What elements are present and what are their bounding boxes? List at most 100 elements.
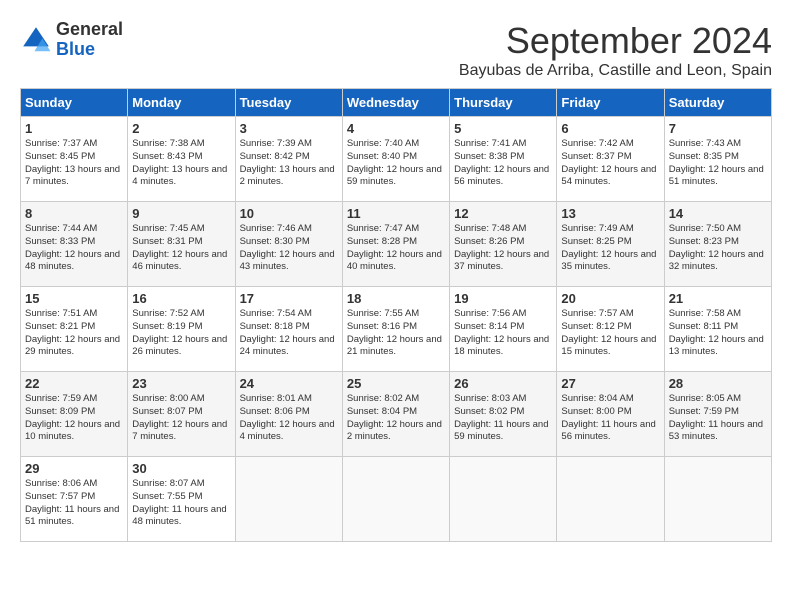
table-cell: 5Sunrise: 7:41 AMSunset: 8:38 PMDaylight… (450, 117, 557, 202)
col-wednesday: Wednesday (342, 89, 449, 117)
page-header: General Blue September 2024 Bayubas de A… (20, 20, 772, 80)
table-cell: 23Sunrise: 8:00 AMSunset: 8:07 PMDayligh… (128, 372, 235, 457)
cell-content: Sunrise: 7:38 AMSunset: 8:43 PMDaylight:… (132, 138, 230, 189)
table-cell: 4 Sunrise: 7:40 AMSunset: 8:40 PMDaylight… (342, 117, 449, 202)
calendar-row: 15 Sunrise: 7:51 AMSunset: 8:21 PMDayligh… (21, 287, 772, 372)
day-number: 14 (669, 206, 767, 221)
day-number: 5 (454, 121, 552, 136)
title-area: September 2024 Bayubas de Arriba, Castil… (459, 20, 772, 80)
calendar-row: 1Sunrise: 7:37 AMSunset: 8:45 PMDaylight… (21, 117, 772, 202)
table-cell: 18Sunrise: 7:55 AMSunset: 8:16 PMDayligh… (342, 287, 449, 372)
day-number: 28 (669, 376, 767, 391)
logo-general-text: General (56, 20, 123, 40)
day-number: 6 (561, 121, 659, 136)
day-number: 12 (454, 206, 552, 221)
day-number: 15 (25, 291, 123, 306)
table-cell: 11 Sunrise: 7:47 AMSunset: 8:28 PMDayligh… (342, 202, 449, 287)
table-cell: 13 Sunrise: 7:49 AMSunset: 8:25 PMDayligh… (557, 202, 664, 287)
col-saturday: Saturday (664, 89, 771, 117)
day-number: 7 (669, 121, 767, 136)
cell-content: Sunrise: 7:51 AMSunset: 8:21 PMDaylight:… (25, 308, 123, 359)
table-cell (450, 457, 557, 542)
table-cell: 20 Sunrise: 7:57 AMSunset: 8:12 PMDayligh… (557, 287, 664, 372)
calendar-table: Sunday Monday Tuesday Wednesday Thursday… (20, 88, 772, 542)
col-friday: Friday (557, 89, 664, 117)
cell-content: Sunrise: 7:54 AMSunset: 8:18 PMDaylight:… (240, 308, 338, 359)
month-title: September 2024 (459, 20, 772, 62)
cell-content: Sunrise: 8:05 AMSunset: 7:59 PMDaylight:… (669, 393, 767, 444)
day-number: 10 (240, 206, 338, 221)
table-cell: 28 Sunrise: 8:05 AMSunset: 7:59 PMDayligh… (664, 372, 771, 457)
table-cell: 8 Sunrise: 7:44 AMSunset: 8:33 PMDaylight… (21, 202, 128, 287)
day-number: 21 (669, 291, 767, 306)
day-number: 11 (347, 206, 445, 221)
cell-content: Sunrise: 7:40 AMSunset: 8:40 PMDaylight:… (347, 138, 445, 189)
cell-content: Sunrise: 7:48 AMSunset: 8:26 PMDaylight:… (454, 223, 552, 274)
day-number: 25 (347, 376, 445, 391)
table-cell: 2 Sunrise: 7:38 AMSunset: 8:43 PMDaylight… (128, 117, 235, 202)
cell-content: Sunrise: 7:52 AMSunset: 8:19 PMDaylight:… (132, 308, 230, 359)
table-cell: 25 Sunrise: 8:02 AMSunset: 8:04 PMDayligh… (342, 372, 449, 457)
cell-content: Sunrise: 7:50 AMSunset: 8:23 PMDaylight:… (669, 223, 767, 274)
cell-content: Sunrise: 8:03 AMSunset: 8:02 PMDaylight:… (454, 393, 552, 444)
table-cell: 16 Sunrise: 7:52 AMSunset: 8:19 PMDayligh… (128, 287, 235, 372)
day-number: 18 (347, 291, 445, 306)
day-number: 24 (240, 376, 338, 391)
cell-content: Sunrise: 7:43 AMSunset: 8:35 PMDaylight:… (669, 138, 767, 189)
day-number: 8 (25, 206, 123, 221)
day-number: 29 (25, 461, 123, 476)
calendar-row: 8 Sunrise: 7:44 AMSunset: 8:33 PMDaylight… (21, 202, 772, 287)
table-cell: 27Sunrise: 8:04 AMSunset: 8:00 PMDayligh… (557, 372, 664, 457)
table-cell: 9Sunrise: 7:45 AMSunset: 8:31 PMDaylight… (128, 202, 235, 287)
table-cell: 3 Sunrise: 7:39 AMSunset: 8:42 PMDaylight… (235, 117, 342, 202)
logo: General Blue (20, 20, 123, 60)
col-thursday: Thursday (450, 89, 557, 117)
table-cell: 30 Sunrise: 8:07 AMSunset: 7:55 PMDayligh… (128, 457, 235, 542)
table-cell (342, 457, 449, 542)
table-cell (235, 457, 342, 542)
day-number: 2 (132, 121, 230, 136)
cell-content: Sunrise: 7:47 AMSunset: 8:28 PMDaylight:… (347, 223, 445, 274)
cell-content: Sunrise: 7:44 AMSunset: 8:33 PMDaylight:… (25, 223, 123, 274)
table-cell (557, 457, 664, 542)
cell-content: Sunrise: 7:39 AMSunset: 8:42 PMDaylight:… (240, 138, 338, 189)
cell-content: Sunrise: 8:00 AMSunset: 8:07 PMDaylight:… (132, 393, 230, 444)
day-number: 26 (454, 376, 552, 391)
day-number: 16 (132, 291, 230, 306)
logo-icon (20, 24, 52, 56)
table-cell: 7 Sunrise: 7:43 AMSunset: 8:35 PMDaylight… (664, 117, 771, 202)
table-cell: 14 Sunrise: 7:50 AMSunset: 8:23 PMDayligh… (664, 202, 771, 287)
table-cell: 29 Sunrise: 8:06 AMSunset: 7:57 PMDayligh… (21, 457, 128, 542)
location: Bayubas de Arriba, Castille and Leon, Sp… (459, 62, 772, 80)
cell-content: Sunrise: 7:56 AMSunset: 8:14 PMDaylight:… (454, 308, 552, 359)
cell-content: Sunrise: 7:42 AMSunset: 8:37 PMDaylight:… (561, 138, 659, 189)
cell-content: Sunrise: 7:57 AMSunset: 8:12 PMDaylight:… (561, 308, 659, 359)
day-number: 30 (132, 461, 230, 476)
table-cell: 15 Sunrise: 7:51 AMSunset: 8:21 PMDayligh… (21, 287, 128, 372)
cell-content: Sunrise: 8:06 AMSunset: 7:57 PMDaylight:… (25, 478, 123, 529)
cell-content: Sunrise: 7:46 AMSunset: 8:30 PMDaylight:… (240, 223, 338, 274)
table-cell: 6 Sunrise: 7:42 AMSunset: 8:37 PMDaylight… (557, 117, 664, 202)
day-number: 19 (454, 291, 552, 306)
cell-content: Sunrise: 7:58 AMSunset: 8:11 PMDaylight:… (669, 308, 767, 359)
cell-content: Sunrise: 7:49 AMSunset: 8:25 PMDaylight:… (561, 223, 659, 274)
header-row: Sunday Monday Tuesday Wednesday Thursday… (21, 89, 772, 117)
calendar-row: 29 Sunrise: 8:06 AMSunset: 7:57 PMDayligh… (21, 457, 772, 542)
cell-content: Sunrise: 8:01 AMSunset: 8:06 PMDaylight:… (240, 393, 338, 444)
day-number: 20 (561, 291, 659, 306)
cell-content: Sunrise: 8:02 AMSunset: 8:04 PMDaylight:… (347, 393, 445, 444)
cell-content: Sunrise: 8:07 AMSunset: 7:55 PMDaylight:… (132, 478, 230, 529)
logo-blue-text: Blue (56, 40, 123, 60)
day-number: 13 (561, 206, 659, 221)
table-cell: 10 Sunrise: 7:46 AMSunset: 8:30 PMDayligh… (235, 202, 342, 287)
table-cell: 21 Sunrise: 7:58 AMSunset: 8:11 PMDayligh… (664, 287, 771, 372)
table-cell: 12 Sunrise: 7:48 AMSunset: 8:26 PMDayligh… (450, 202, 557, 287)
day-number: 9 (132, 206, 230, 221)
day-number: 4 (347, 121, 445, 136)
table-cell: 19 Sunrise: 7:56 AMSunset: 8:14 PMDayligh… (450, 287, 557, 372)
day-number: 22 (25, 376, 123, 391)
cell-content: Sunrise: 7:59 AMSunset: 8:09 PMDaylight:… (25, 393, 123, 444)
cell-content: Sunrise: 7:37 AMSunset: 8:45 PMDaylight:… (25, 138, 123, 189)
day-number: 3 (240, 121, 338, 136)
col-monday: Monday (128, 89, 235, 117)
